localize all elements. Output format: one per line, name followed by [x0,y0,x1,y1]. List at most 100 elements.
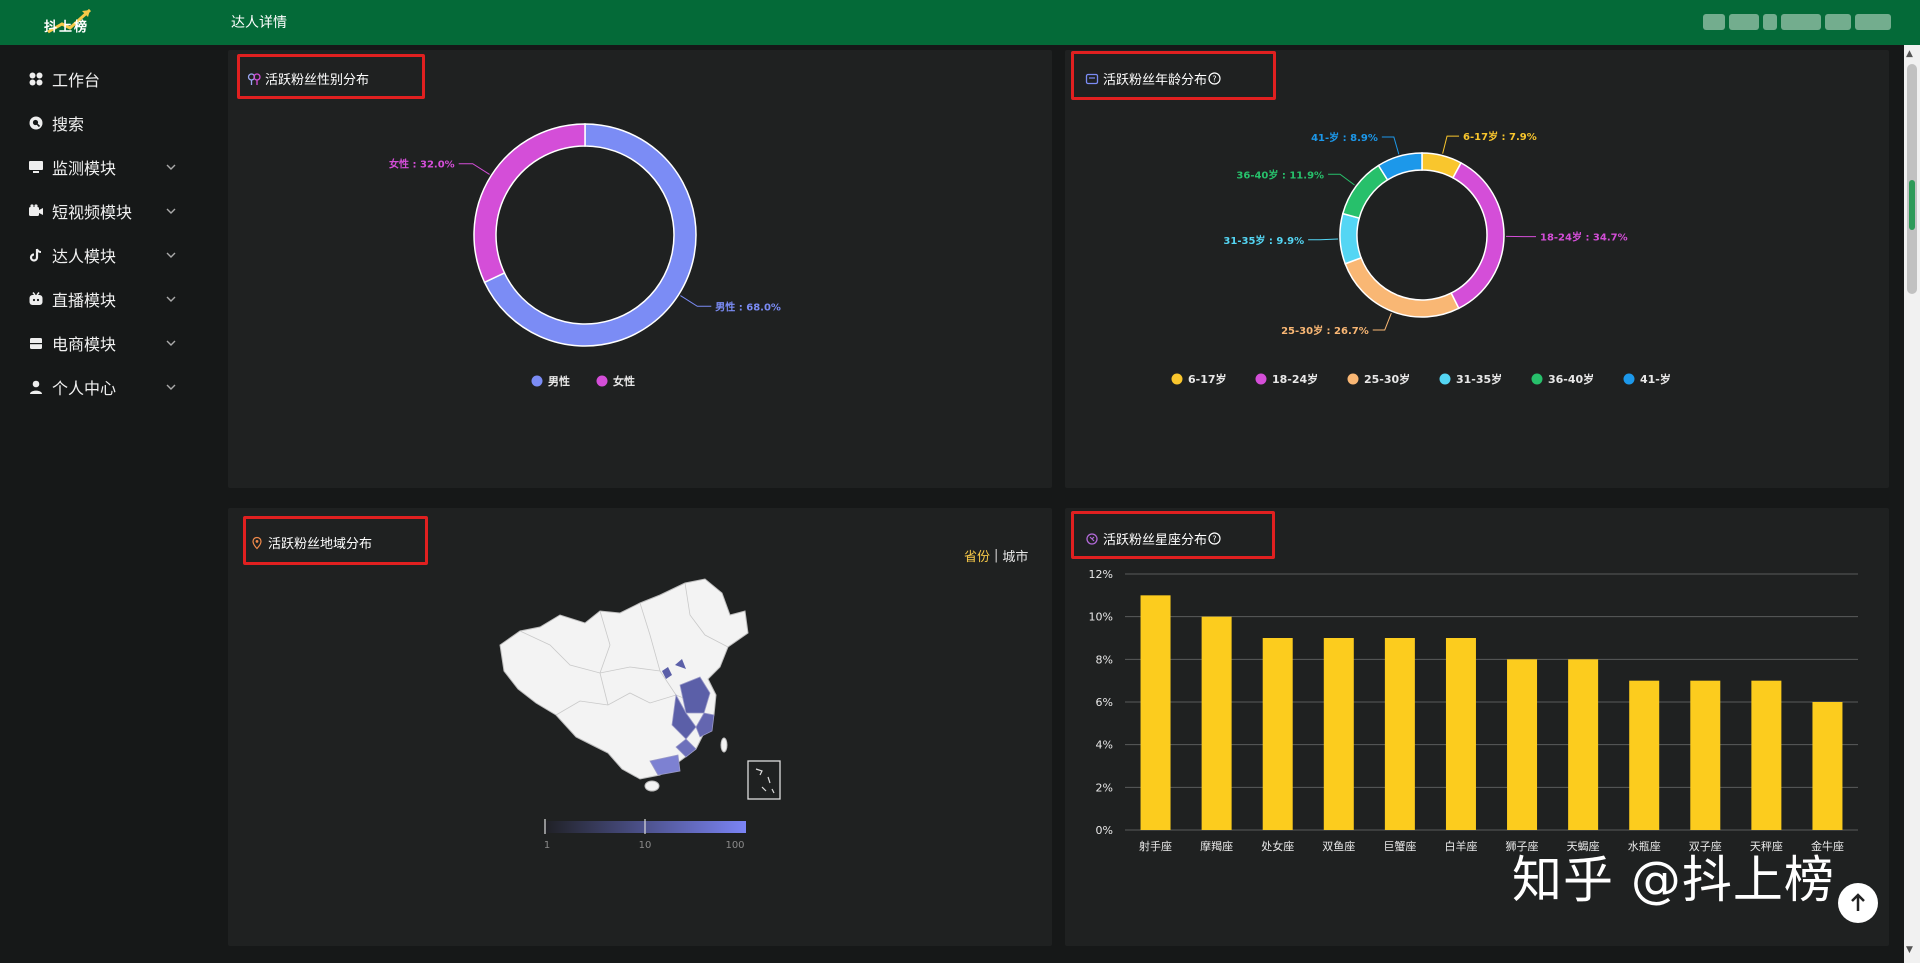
y-tick-label: 0% [1096,824,1113,837]
sidebar [0,45,213,963]
bar[interactable] [1629,680,1660,830]
legend-item[interactable]: 6-17岁 [1171,372,1227,386]
user-icon [28,379,44,395]
bar[interactable] [1262,638,1293,830]
legend-item[interactable]: 31-35岁 [1439,372,1503,386]
sidebar-item-0[interactable]: 工作台 [28,67,188,91]
svg-text:31-35岁: 31-35岁 [1456,372,1502,386]
chevron-down-icon [164,291,178,305]
bar[interactable] [1690,680,1721,830]
donut-slice[interactable] [473,123,586,284]
sidebar-item-label: 工作台 [52,71,101,90]
slice-label: 6-17岁 : 7.9% [1463,130,1537,143]
scroll-up-arrow-icon[interactable]: ▲ [1906,49,1913,59]
scroll-down-arrow-icon[interactable]: ▼ [1906,945,1913,955]
svg-text:?: ? [1212,535,1216,544]
logo-text: 抖上榜 [44,20,90,35]
svg-text:41-岁: 41-岁 [1640,372,1671,386]
arrow-up-icon [1851,893,1865,911]
legend-item[interactable]: 25-30岁 [1347,372,1411,386]
donut-slice[interactable] [1377,152,1423,181]
chevron-down-icon [164,203,178,217]
sidebar-item-label: 个人中心 [52,379,117,398]
shop-icon [28,335,44,351]
region-panel-title: 活跃粉丝地域分布 [250,533,372,552]
svg-text:6-17岁: 6-17岁 [1188,372,1227,386]
y-tick-label: 4% [1096,739,1113,752]
slice-label: 18-24岁 : 34.7% [1540,231,1628,244]
bar[interactable] [1323,638,1354,830]
age-donut-chart: 6-17岁 : 7.9% 18-24岁 : 34.7% 25-30岁 : 26.7%… [1171,130,1671,386]
slice-label: 31-35岁 : 9.9% [1223,234,1304,247]
x-tick-label: 处女座 [1261,839,1294,853]
svg-text:18-24岁: 18-24岁 [1272,372,1318,386]
video-icon [28,203,44,219]
top-bar: 抖上榜 达人详情 [0,0,1920,45]
scale-label-mid: 10 [639,840,652,850]
slice-label: 36-40岁 : 11.9% [1236,168,1324,181]
x-tick-label: 摩羯座 [1200,839,1233,853]
slice-label: 41-岁 : 8.9% [1311,131,1378,144]
y-tick-label: 10% [1089,611,1113,624]
live-icon [28,291,44,307]
svg-text:男性: 男性 [548,374,570,388]
sidebar-item-label: 电商模块 [52,335,117,354]
chevron-down-icon [164,379,178,393]
scale-label-max: 100 [725,840,744,850]
back-to-top-button[interactable] [1838,883,1878,923]
bar[interactable] [1812,702,1843,830]
y-tick-label: 2% [1096,781,1113,794]
slice-label: 女性 : 32.0% [389,158,455,171]
y-tick-label: 8% [1096,653,1113,666]
bar[interactable] [1201,616,1232,830]
bar[interactable] [1445,638,1476,830]
help-icon[interactable]: ? [1208,532,1221,545]
legend-item[interactable]: 41-岁 [1623,372,1671,386]
bar[interactable] [1751,680,1782,830]
china-map[interactable] [490,575,800,810]
constellation-title-text: 活跃粉丝星座分布 [1103,533,1208,548]
sidebar-item-3[interactable]: 短视频模块 [28,199,188,223]
map-scale-legend[interactable]: 1 10 100 [540,818,750,850]
legend-item[interactable]: 女性 [596,374,636,388]
location-icon [250,536,264,550]
bar[interactable] [1384,638,1415,830]
bar[interactable] [1568,659,1599,830]
sidebar-item-label: 达人模块 [52,247,117,266]
donut-slice[interactable] [1450,161,1505,310]
legend-item[interactable]: 男性 [531,374,571,388]
sidebar-item-label: 搜索 [52,115,85,134]
x-tick-label: 巨蟹座 [1383,839,1416,853]
sidebar-item-4[interactable]: 达人模块 [28,243,188,267]
scrollbar-thumb[interactable] [1907,64,1917,294]
city-tab[interactable]: 城市 [1002,546,1028,565]
bar[interactable] [1140,595,1171,830]
user-info-blurred[interactable] [1703,11,1903,31]
sidebar-item-1[interactable]: 搜索 [28,111,188,135]
bar[interactable] [1507,659,1538,830]
donut-slice[interactable] [1339,212,1363,265]
svg-text:女性: 女性 [613,374,635,388]
constellation-icon [1085,532,1099,546]
search-icon [28,115,44,131]
x-tick-label: 射手座 [1139,839,1172,853]
donut-slice[interactable] [1344,256,1460,318]
sidebar-item-2[interactable]: 监测模块 [28,155,188,179]
page-title: 达人详情 [231,15,287,31]
sidebar-item-7[interactable]: 个人中心 [28,375,188,399]
province-tab[interactable]: 省份 [964,546,990,565]
gender-donut-chart: 男性 : 68.0% 女性 : 32.0% 男性 女性 [389,123,781,388]
region-title-text: 活跃粉丝地域分布 [268,537,373,552]
sidebar-item-label: 直播模块 [52,291,117,310]
monitor-icon [28,159,44,175]
legend-item[interactable]: 18-24岁 [1255,372,1319,386]
donut-slice[interactable] [1341,164,1389,219]
svg-text:36-40岁: 36-40岁 [1548,372,1594,386]
sidebar-item-label: 监测模块 [52,159,117,178]
sidebar-item-label: 短视频模块 [52,203,133,222]
legend-item[interactable]: 36-40岁 [1531,372,1595,386]
sidebar-item-5[interactable]: 直播模块 [28,287,188,311]
sidebar-item-6[interactable]: 电商模块 [28,331,188,355]
app-logo[interactable]: 抖上榜 [40,6,100,38]
x-tick-label: 双鱼座 [1322,839,1355,853]
